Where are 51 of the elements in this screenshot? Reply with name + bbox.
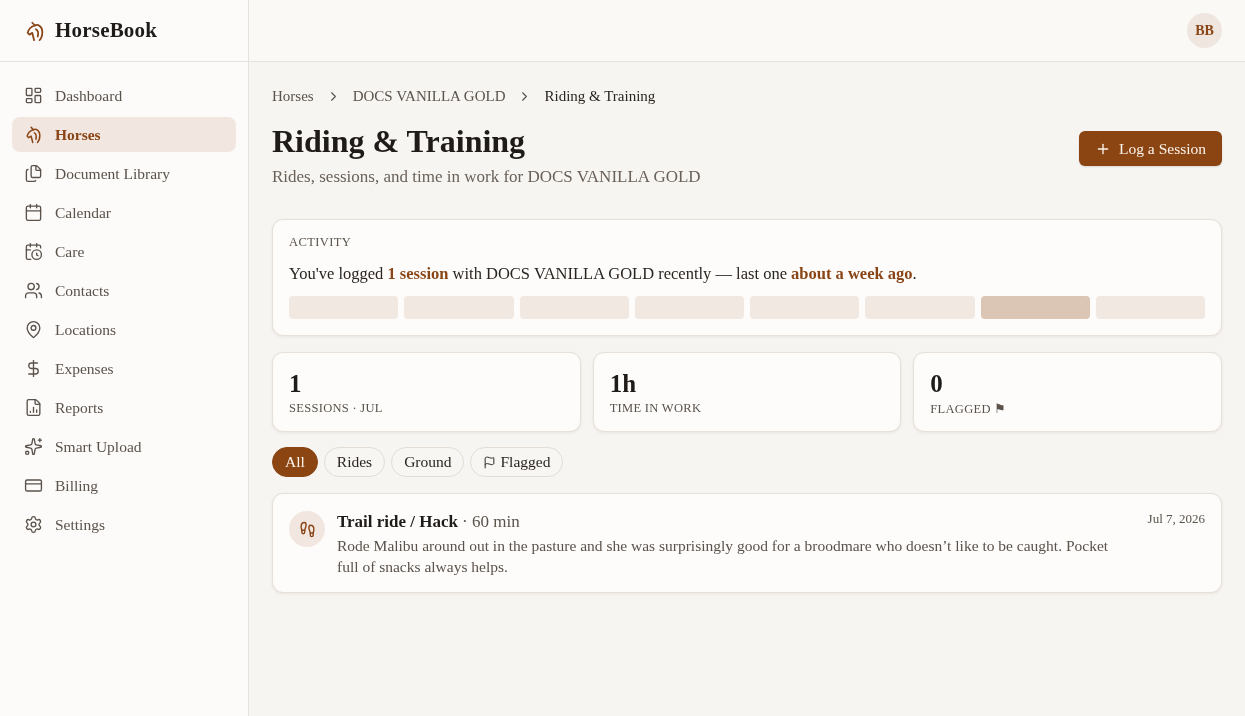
stat-value: 1h [609, 369, 638, 399]
breadcrumb-link[interactable]: DOCS VANILLA GOLD [352, 87, 506, 105]
stat-label: SESSIONS · JUL [289, 401, 384, 416]
stat-value: 0 [930, 369, 944, 399]
people-icon [24, 281, 43, 300]
footprints-icon [289, 511, 325, 547]
activity-summary: You've logged 1 session with DOCS VANILLA GOLD recently — last one about a week ago. [289, 264, 918, 284]
page-subtitle: Rides, sessions, and time in work for DOCS VANILLA GOLD [272, 167, 701, 187]
map-pin-icon [24, 320, 43, 339]
user-avatar[interactable]: BB [1187, 13, 1222, 48]
page-title: Riding & Training [272, 122, 527, 161]
filter-chip[interactable]: Rides [323, 447, 386, 477]
sidebar-item[interactable]: Expenses [12, 351, 236, 386]
flag-icon [483, 455, 497, 469]
session-date: Jul 7, 2026 [1147, 511, 1205, 527]
filter-chip[interactable]: Ground [391, 447, 465, 477]
activity-heading: ACTIVITY [289, 235, 353, 250]
breadcrumb-link[interactable]: Horses [272, 87, 314, 105]
calendar-icon [24, 203, 43, 222]
report-chart-icon [24, 398, 43, 417]
sidebar-item[interactable]: Billing [12, 468, 236, 503]
documents-icon [24, 164, 43, 183]
log-session-button[interactable]: Log a Session [1079, 131, 1222, 166]
sidebar-item[interactable]: Reports [12, 390, 236, 425]
stat-label: FLAGGED ⚑ [930, 401, 1008, 417]
sidebar-item[interactable]: Locations [12, 312, 236, 347]
sidebar-item[interactable]: Care [12, 234, 236, 269]
brand-name: HorseBook [55, 18, 158, 43]
settings-icon [24, 515, 43, 534]
credit-card-icon [24, 476, 43, 495]
session-card[interactable]: Trail ride / Hack · 60 min Rode Malibu around out in the pasture and she was surprisingly good for a broodmare who doesn’t like to be caught. Pocket full of snacks always helps. Jul 7, 2026 [272, 493, 1222, 593]
stat-label: TIME IN WORK [609, 401, 703, 416]
sidebar-item[interactable]: Smart Upload [12, 429, 236, 464]
filter-chip[interactable]: Flagged [470, 447, 564, 477]
dashboard-grid-icon [24, 86, 43, 105]
horse-logo-icon [24, 19, 46, 42]
sidebar-item[interactable]: Settings [12, 507, 236, 542]
sidebar-item[interactable]: Document Library [12, 156, 236, 191]
breadcrumb-link[interactable]: Riding & Training [544, 87, 656, 105]
sparkles-icon [24, 437, 43, 456]
stat-value: 1 [289, 369, 303, 399]
session-notes: Rode Malibu around out in the pasture and she was surprisingly good for a broodmare who doesn’t like to be caught. Pocket full of snacks always helps. [337, 536, 1110, 577]
session-duration: · 60 min [462, 512, 520, 532]
sidebar-item[interactable]: Dashboard [12, 78, 236, 113]
calendar-clock-icon [24, 242, 43, 261]
sidebar-item[interactable]: Calendar [12, 195, 236, 230]
filter-chip[interactable]: All [272, 447, 318, 477]
session-title: Trail ride / Hack [337, 512, 459, 532]
sidebar-item[interactable]: Contacts [12, 273, 236, 308]
sidebar-item[interactable]: Horses [12, 117, 236, 152]
horse-head-icon [24, 125, 43, 144]
